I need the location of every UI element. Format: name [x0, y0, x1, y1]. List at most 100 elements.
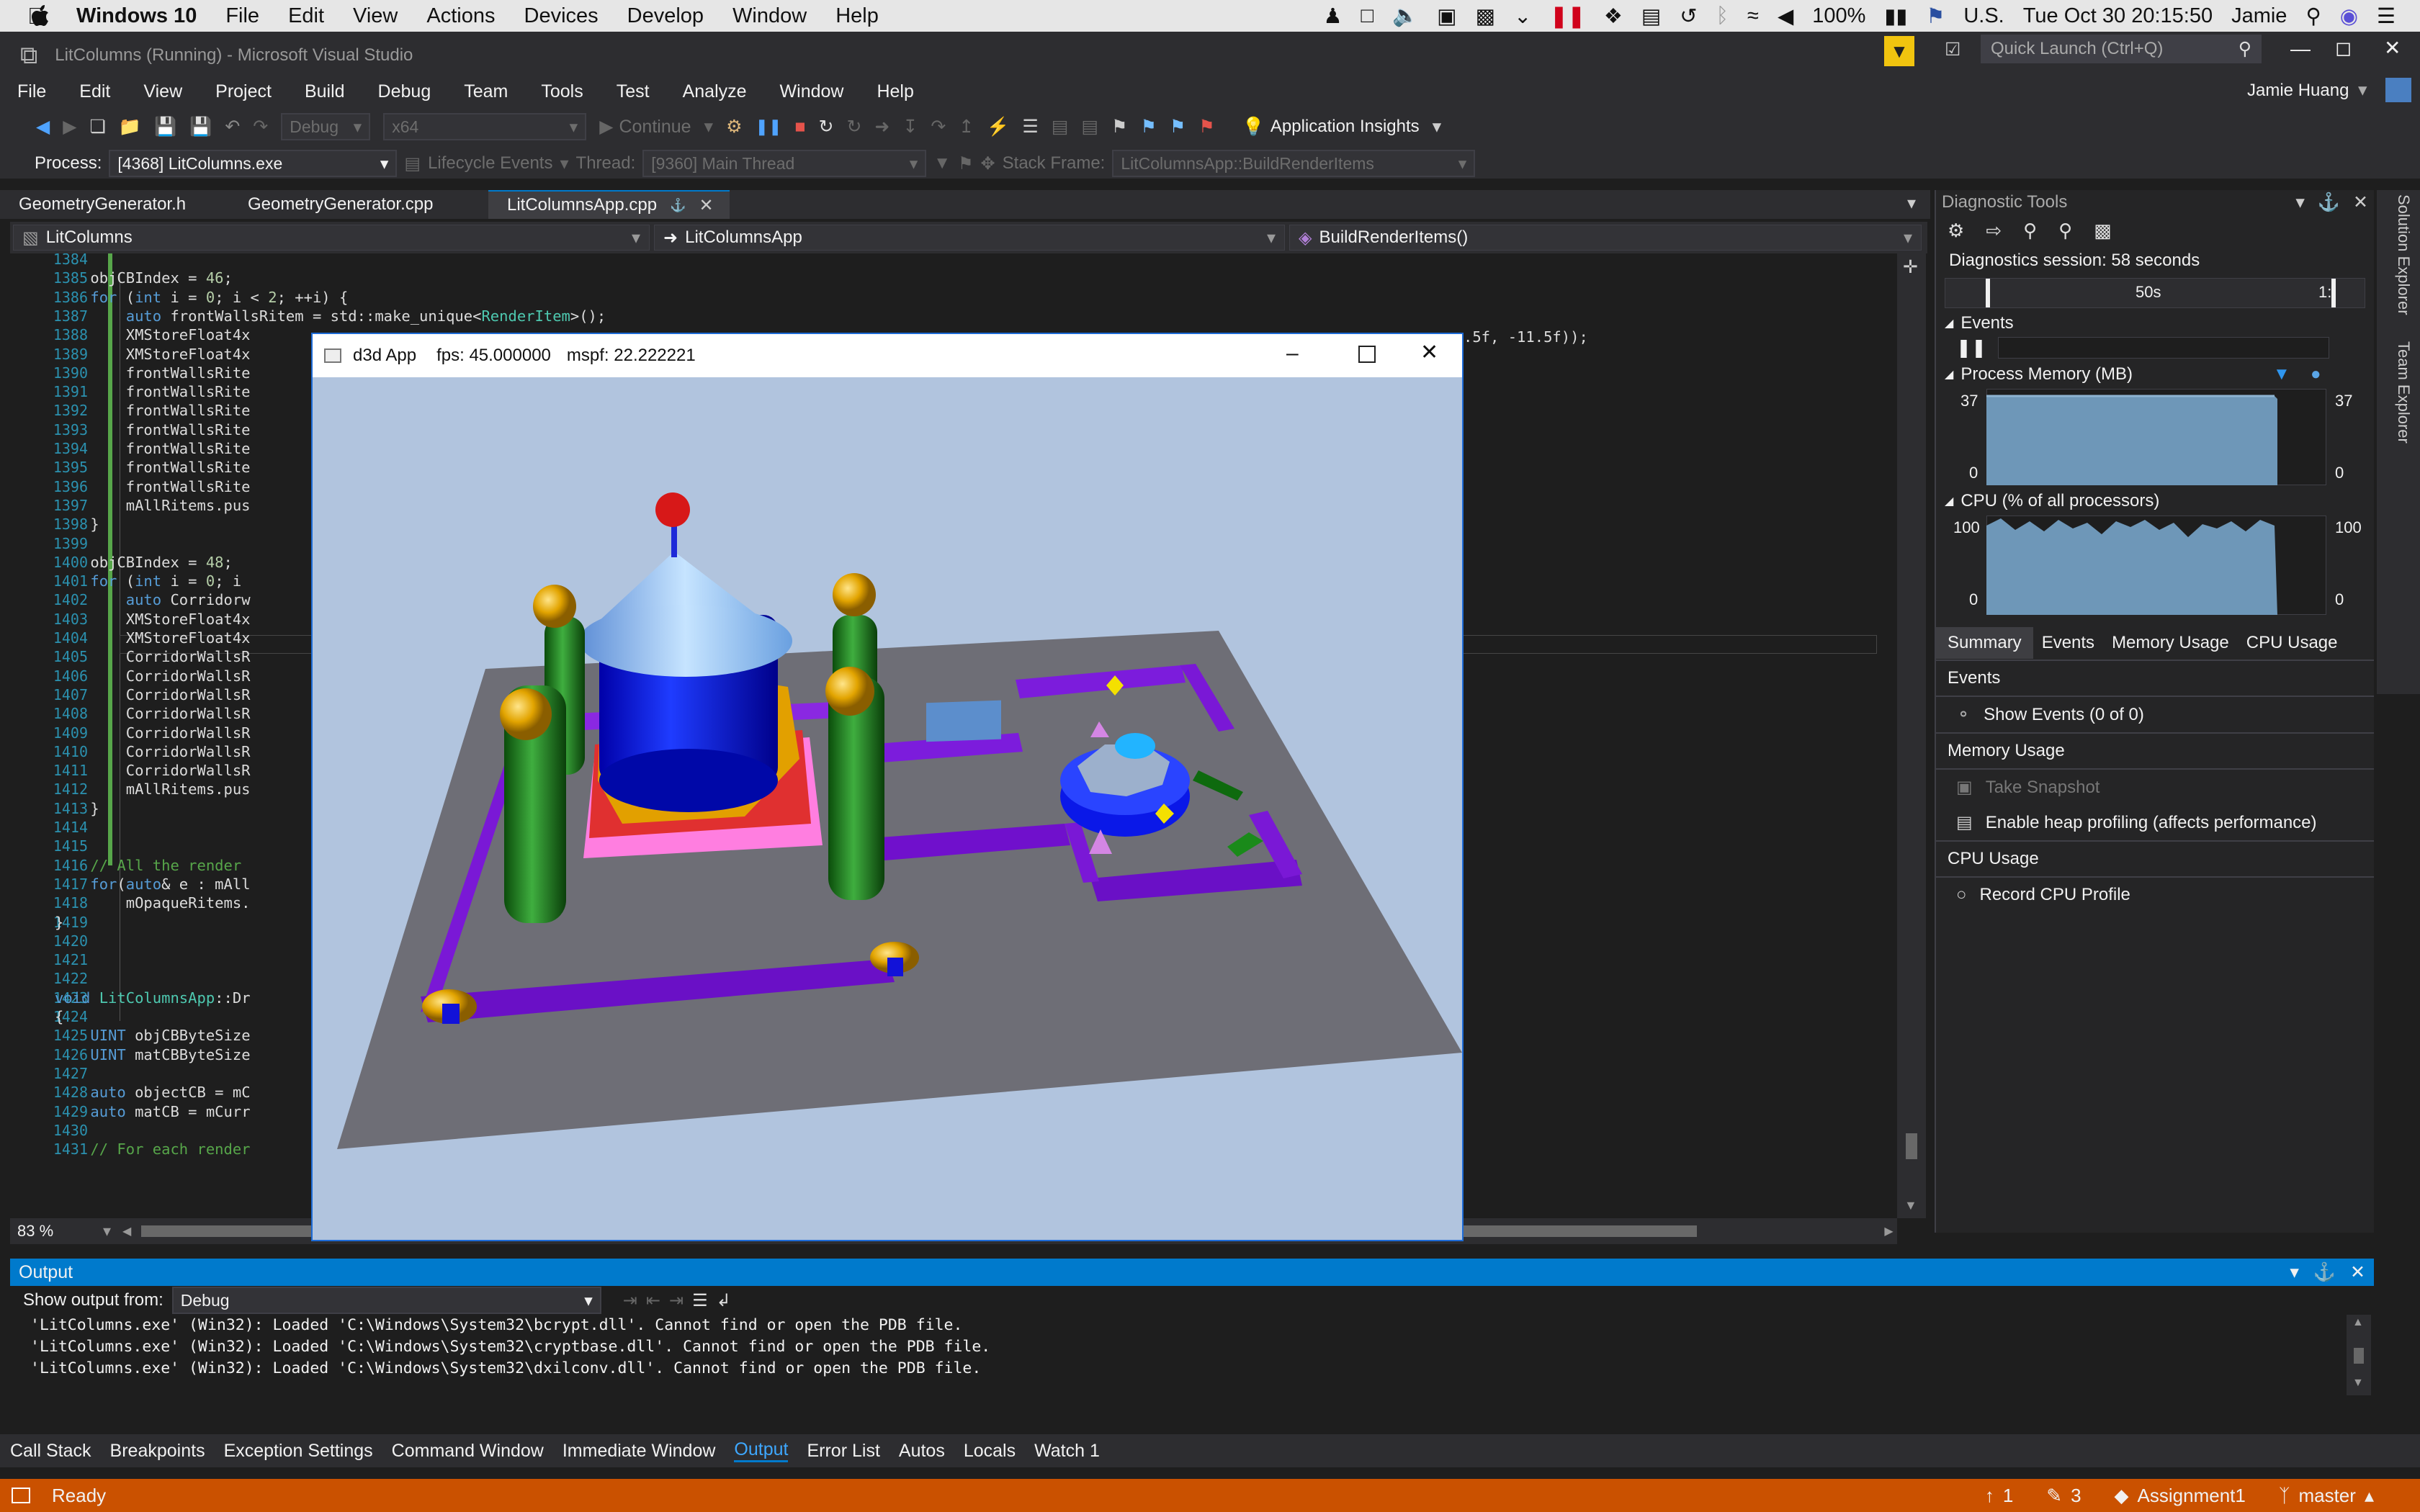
continue-chevron-icon[interactable]: ▾ — [704, 116, 714, 138]
platform-select[interactable]: x64 ▾ — [383, 113, 587, 140]
take-snapshot-button[interactable]: Take Snapshot — [1986, 778, 2100, 798]
timeline-start-marker[interactable] — [1986, 279, 1990, 307]
code-line[interactable]: auto frontWallsRitem = std::make_unique<… — [55, 307, 606, 325]
settings-gear-icon[interactable]: ⚙ — [1948, 220, 1964, 242]
reset-zoom-icon[interactable]: ▩ — [2094, 220, 2112, 242]
mac-menu-window[interactable]: Window — [732, 4, 807, 28]
clock[interactable]: Tue Oct 30 20:15:50 — [2023, 4, 2213, 28]
tab-command-window[interactable]: Command Window — [392, 1441, 544, 1462]
tab-breakpoints[interactable]: Breakpoints — [110, 1441, 205, 1462]
zoom-in-icon[interactable]: ⚲ — [2023, 220, 2037, 242]
new-project-icon[interactable]: ❏ — [89, 116, 105, 138]
output-source-select[interactable]: Debug ▾ — [171, 1287, 601, 1314]
menu-test[interactable]: Test — [617, 81, 650, 102]
message-icon[interactable]: □ — [1361, 4, 1374, 28]
lifecycle-events-button[interactable]: Lifecycle Events — [428, 153, 552, 174]
code-line[interactable]: CorridorWallsR — [55, 762, 251, 779]
code-line[interactable]: XMStoreFloat4x — [55, 346, 251, 363]
apple-logo-icon[interactable] — [29, 4, 50, 28]
parallels-icon[interactable]: ❚❚ — [1550, 4, 1585, 29]
tab-autos[interactable]: Autos — [899, 1441, 945, 1462]
save-all-icon[interactable]: 💾 — [189, 117, 212, 138]
output-scrollbar[interactable]: ▲ ▼ — [2347, 1315, 2371, 1395]
quick-launch[interactable]: Quick Launch (Ctrl+Q) ⚲ — [1981, 35, 2262, 63]
uncomment-icon[interactable]: ▤ — [1081, 116, 1098, 138]
close-tab-icon[interactable]: ✕ — [699, 195, 714, 216]
tab-output[interactable]: Output — [734, 1439, 789, 1462]
code-line[interactable]: // For each render — [55, 1140, 250, 1158]
clear-all-icon[interactable]: ☰ — [692, 1290, 708, 1311]
siri-icon[interactable]: ◉ — [2340, 4, 2358, 29]
d3d-maximize-button[interactable] — [1358, 346, 1376, 363]
usb-icon[interactable]: ▩ — [1476, 4, 1495, 29]
pending-changes-count[interactable]: 3 — [2071, 1485, 2081, 1507]
tab-immediate-window[interactable]: Immediate Window — [563, 1441, 716, 1462]
undo-icon[interactable]: ↶ — [225, 116, 240, 138]
continue-button[interactable]: Continue — [619, 117, 691, 138]
record-cpu-button[interactable]: Record CPU Profile — [1980, 885, 2130, 905]
panel-menu-icon[interactable]: ▾ — [2295, 192, 2305, 213]
chevron-down-icon[interactable]: ⌄ — [1514, 4, 1531, 29]
redo-icon[interactable]: ↷ — [253, 116, 268, 138]
mac-menu-devices[interactable]: Devices — [524, 4, 599, 28]
output-close-icon[interactable]: ✕ — [2350, 1261, 2365, 1283]
navigate-back-icon[interactable]: ◀ — [36, 116, 50, 138]
branch-name[interactable]: master — [2298, 1485, 2355, 1507]
code-line[interactable]: frontWallsRite — [55, 364, 251, 382]
user-switch-icon[interactable]: ♟ — [1324, 4, 1343, 29]
split-icon[interactable]: ✛ — [1903, 256, 1918, 278]
stop-debugging-icon[interactable]: ■ — [794, 117, 805, 138]
class-dropdown[interactable]: ➜ LitColumnsApp ▾ — [654, 225, 1285, 251]
break-all-icon[interactable]: ❚❚ — [756, 117, 782, 136]
comment-icon[interactable]: ▤ — [1052, 116, 1069, 138]
code-line[interactable]: mAllRitems.pus — [55, 780, 251, 798]
configuration-select[interactable]: Debug ▾ — [281, 113, 371, 140]
prev-bookmark-icon[interactable]: ⚑ — [1140, 116, 1156, 138]
code-line[interactable]: frontWallsRite — [55, 421, 251, 438]
menu-window[interactable]: Window — [780, 81, 844, 102]
menu-view[interactable]: View — [143, 81, 182, 102]
code-line[interactable]: for(auto& e : mAll — [55, 876, 250, 893]
next-message-icon[interactable]: ⇥ — [669, 1290, 684, 1311]
scene-viewport[interactable] — [313, 377, 1462, 1240]
continue-icon[interactable]: ▶ — [599, 116, 613, 138]
battery-icon[interactable]: ▮▮ — [1884, 4, 1907, 29]
tab-events[interactable]: Events — [2033, 627, 2103, 659]
mac-menu-actions[interactable]: Actions — [426, 4, 495, 28]
timeline-ruler[interactable]: 50s 1: — [1945, 278, 2365, 308]
code-line[interactable]: { — [55, 1008, 63, 1025]
close-button[interactable]: ✕ — [2384, 36, 2401, 60]
code-line[interactable]: XMStoreFloat4x — [55, 326, 251, 343]
input-source[interactable]: U.S. — [1963, 4, 2004, 28]
publish-up-icon[interactable]: ↑ — [1985, 1485, 1994, 1507]
zoom-select[interactable]: 83 % ▾ — [10, 1222, 118, 1241]
d3d-app-window[interactable]: d3d App fps: 45.000000 mspf: 22.222221 –… — [311, 333, 1464, 1241]
feedback-icon[interactable]: ☑ — [1945, 39, 1960, 60]
battery-percent[interactable]: 100% — [1812, 4, 1865, 28]
maximize-button[interactable]: ◻ — [2335, 36, 2352, 60]
code-line[interactable]: auto matCB = mCurr — [55, 1103, 250, 1120]
code-line[interactable]: objCBIndex = 48; — [55, 554, 233, 571]
collapse-icon[interactable]: ◢ — [1945, 494, 1953, 508]
branch-icon[interactable]: ᛉ — [2279, 1485, 2290, 1507]
thread-select[interactable]: [9360] Main Thread ▾ — [642, 150, 927, 177]
screen-icon[interactable]: ▤ — [1641, 4, 1661, 29]
scroll-thumb[interactable] — [1906, 1133, 1917, 1159]
menu-build[interactable]: Build — [305, 81, 345, 102]
code-line[interactable]: CorridorWallsR — [55, 686, 251, 703]
lifecycle-chevron-icon[interactable]: ▾ — [560, 153, 568, 174]
pin-tab-icon[interactable]: ⚓ — [670, 198, 686, 213]
tab-watch-1[interactable]: Watch 1 — [1034, 1441, 1100, 1462]
account-name[interactable]: Jamie Huang — [2247, 81, 2349, 101]
code-line[interactable]: CorridorWallsR — [55, 724, 251, 742]
collapse-icon[interactable]: ◢ — [1945, 316, 1953, 330]
scroll-left-icon[interactable]: ◀ — [122, 1224, 131, 1238]
menu-edit[interactable]: Edit — [79, 81, 110, 102]
repo-icon[interactable]: ◆ — [2115, 1485, 2129, 1507]
pencil-icon[interactable]: ✎ — [2046, 1485, 2062, 1507]
code-line[interactable]: CorridorWallsR — [55, 743, 251, 760]
code-line[interactable]: UINT objCBByteSize — [55, 1027, 250, 1044]
code-line[interactable]: mAllRitems.pus — [55, 497, 251, 514]
graphics-debug-icon[interactable]: ⚡ — [987, 117, 1009, 138]
branch-chevron-icon[interactable]: ▴ — [2365, 1485, 2374, 1507]
